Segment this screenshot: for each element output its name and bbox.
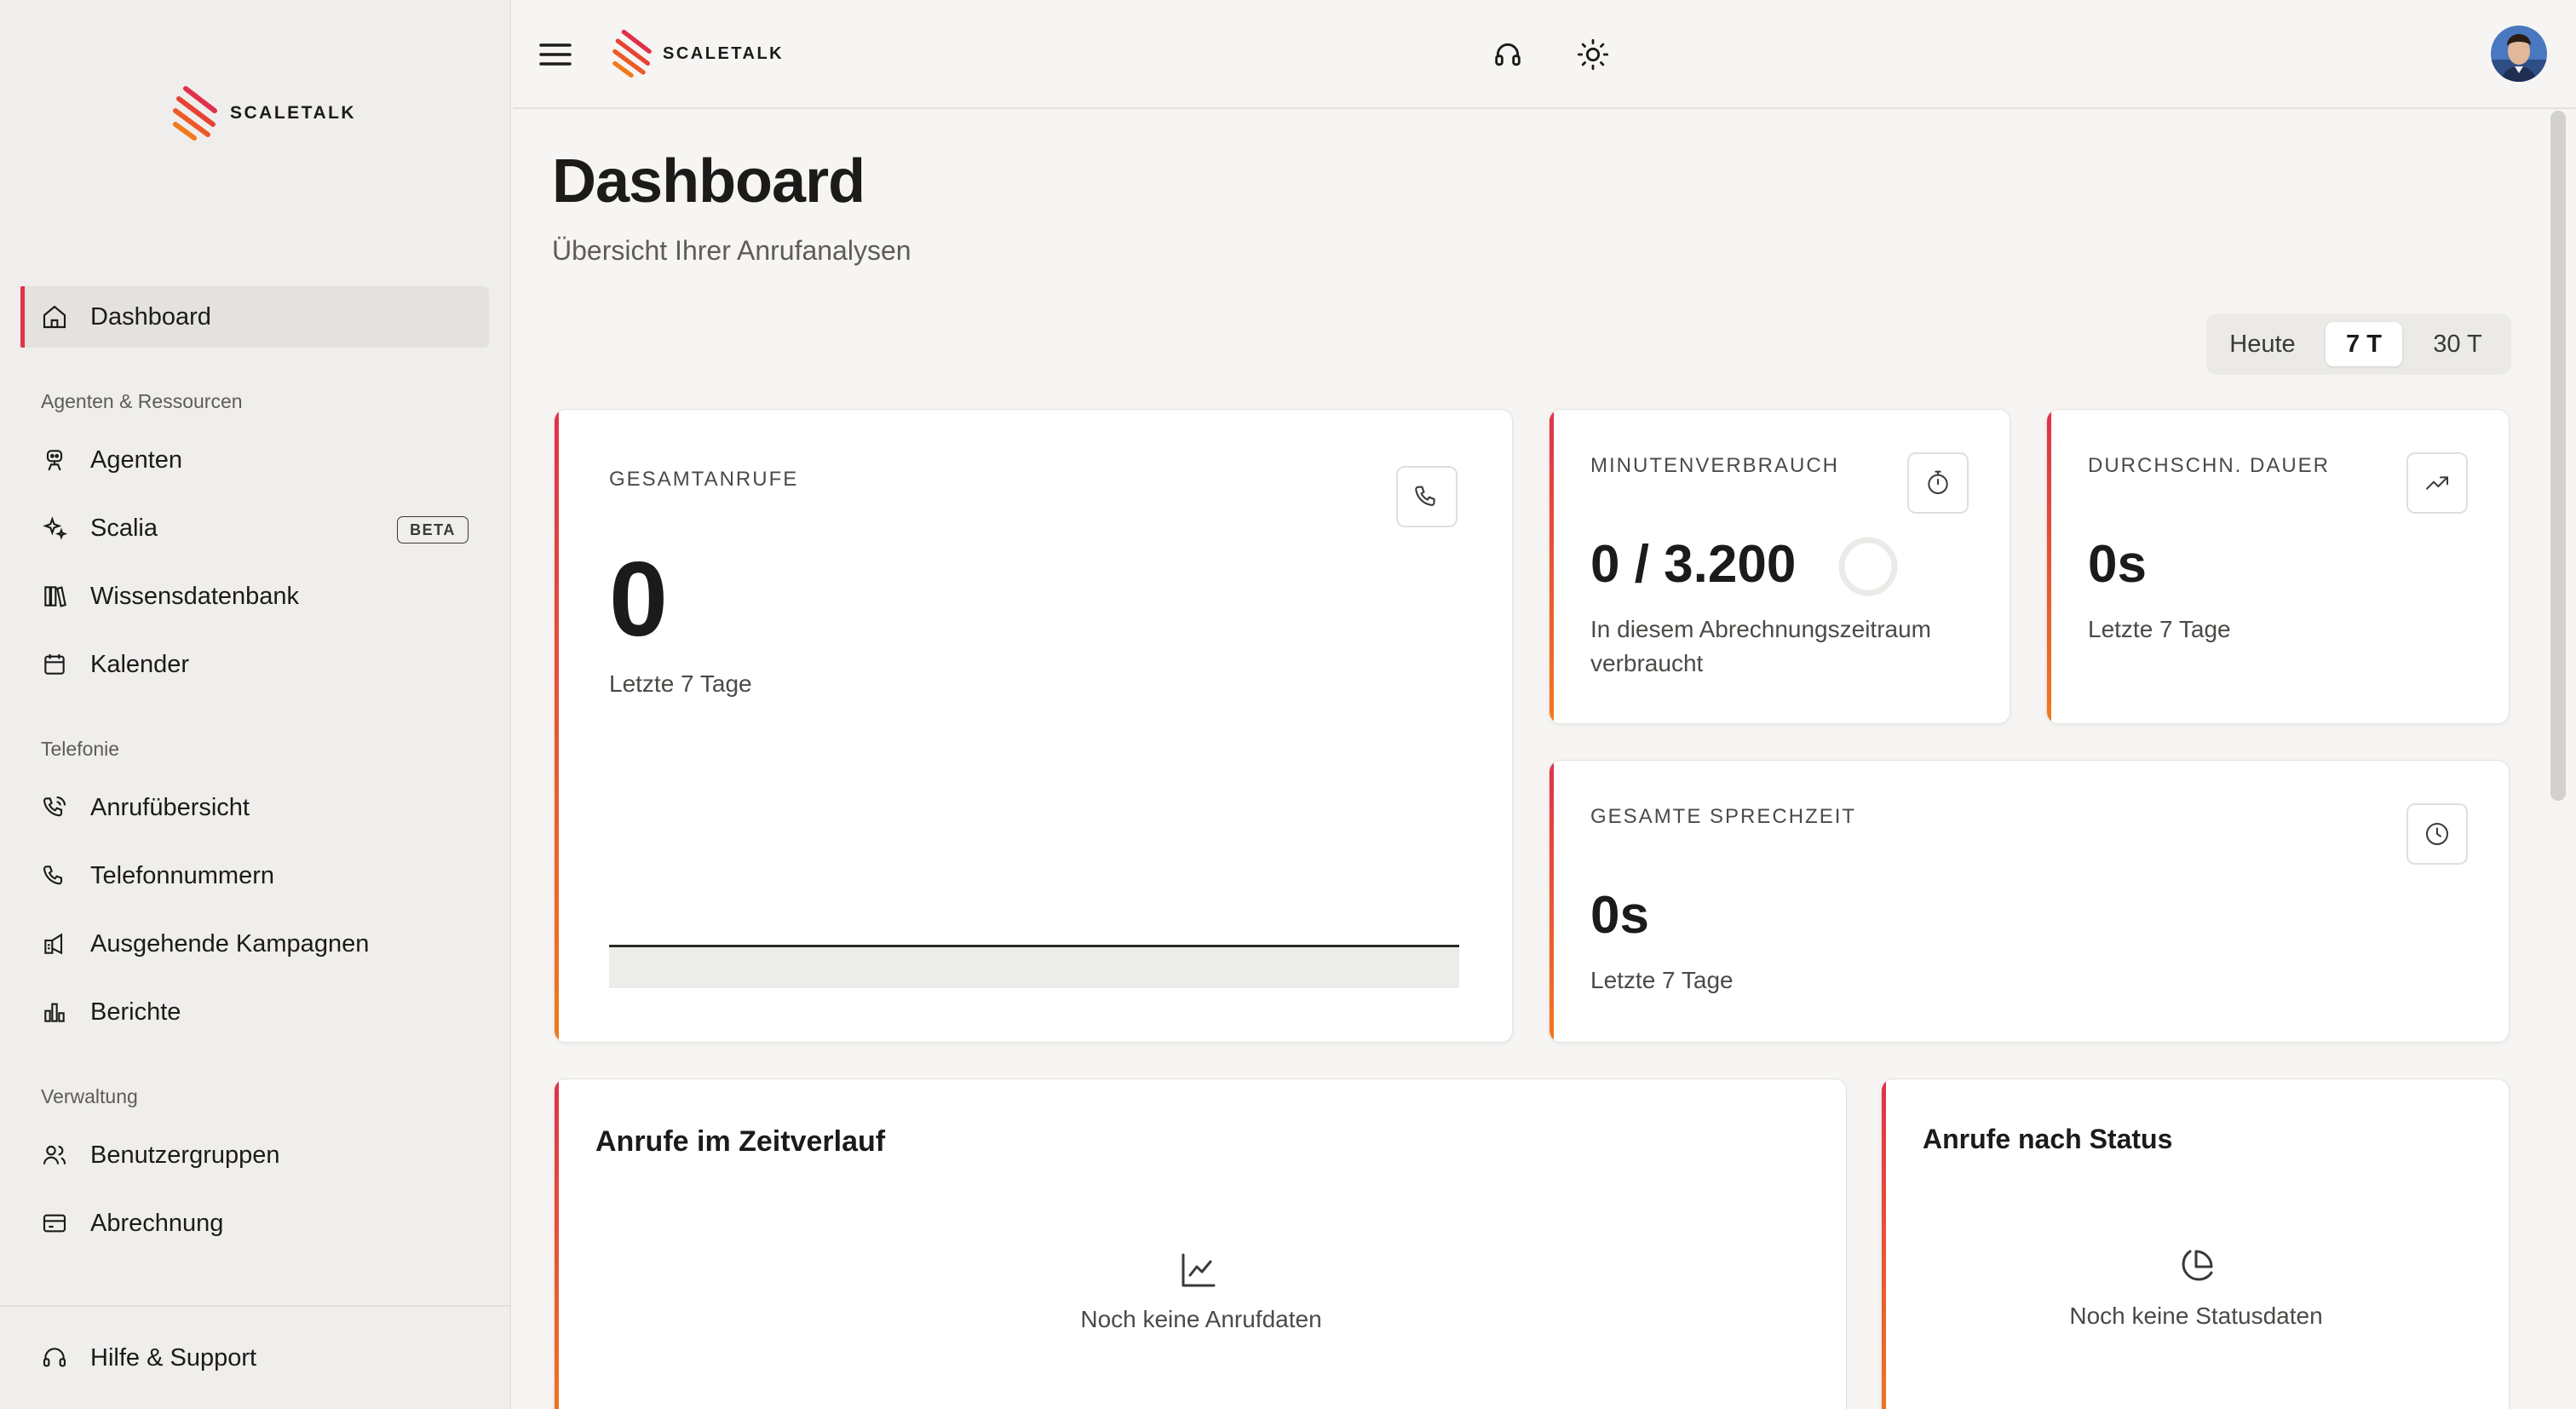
sidebar: SCALETALK Dashboard Agenten & Ressourcen… [0,0,511,1409]
total-calls-card: GESAMTANRUFE 0 Letzte 7 Tage [554,409,1513,1043]
nav-section-telephony: Telefonie [41,738,120,760]
talk-time-value: 0s [1590,886,1649,945]
sidebar-item-wissensdatenbank[interactable]: Wissensdatenbank [20,566,489,627]
card-label: MINUTENVERBRAUCH [1590,454,1840,477]
card-label: GESAMTE SPRECHZEIT [1590,805,1857,828]
calendar-icon [44,654,65,675]
card-icon-box [1396,466,1458,527]
talk-time-period: Letzte 7 Tage [1590,967,1734,993]
sparkline-area [609,947,1459,988]
bot-icon [46,450,63,471]
phone-icon [43,866,63,885]
beta-badge: BETA [397,516,469,543]
sidebar-item-anrufuebersicht[interactable]: Anrufübersicht [20,777,489,838]
menu-icon[interactable] [538,37,572,72]
card-icon-box [1907,452,1969,514]
card-title: Anrufe nach Status [1923,1124,2173,1154]
brand-name: SCALETALK [663,43,785,63]
sidebar-item-label: Anrufübersicht [90,793,250,821]
sidebar-item-agenten[interactable]: Agenten [20,429,489,491]
card-label: GESAMTANRUFE [609,468,799,491]
sidebar-item-kalender[interactable]: Kalender [20,634,489,695]
sidebar-item-label: Benutzergruppen [90,1141,280,1169]
total-calls-period: Letzte 7 Tage [609,670,752,697]
scrollbar[interactable] [2550,111,2566,801]
calls-status-card: Anrufe nach Status Noch keine Statusdate… [1881,1078,2510,1409]
range-tab-30-days[interactable]: 30 T [2412,322,2503,366]
user-avatar-image [2491,26,2547,82]
bar-chart-icon [44,1003,65,1022]
headset-icon[interactable] [1491,37,1525,72]
clock-icon [2426,823,2448,845]
sidebar-item-label: Wissensdatenbank [90,582,300,610]
minutes-usage-card: MINUTENVERBRAUCH 0 / 3.200 In diesem Abr… [1549,409,2010,724]
users-icon [43,1145,66,1165]
card-title: Anrufe im Zeitverlauf [595,1125,886,1158]
usage-ring [1838,537,1898,596]
sun-icon[interactable] [1576,37,1610,72]
home-icon [43,305,66,329]
avg-duration-card: DURCHSCHN. DAUER 0s Letzte 7 Tage [2046,409,2510,724]
sidebar-item-label: Kalender [90,650,190,678]
sidebar-item-ausgehende-kampagnen[interactable]: Ausgehende Kampagnen [20,913,489,975]
range-tab-today[interactable]: Heute [2217,322,2309,366]
pie-chart-icon [2182,1250,2213,1281]
sidebar-item-label: Ausgehende Kampagnen [90,929,370,958]
page-title: Dashboard [552,147,865,216]
avg-duration-period: Letzte 7 Tage [2088,616,2231,642]
trending-up-icon [2426,476,2448,490]
phone-call-icon [43,796,66,817]
nav-section-admin: Verwaltung [41,1085,138,1107]
sidebar-item-label: Berichte [90,998,181,1026]
timer-icon [1928,470,1948,494]
sidebar-item-label: Dashboard [90,302,211,331]
empty-state-text: Noch keine Statusdaten [2069,1303,2323,1329]
sidebar-item-berichte[interactable]: Berichte [20,981,489,1043]
card-icon-box [2406,803,2468,865]
sidebar-item-label: Hilfe & Support [90,1343,257,1372]
minutes-usage-sub: In diesem Abrechnungszeitraum verbraucht [1590,616,1931,676]
range-tab-7-days[interactable]: 7 T [2326,322,2402,366]
avg-duration-value: 0s [2088,535,2147,594]
sidebar-item-hilfe-support[interactable]: Hilfe & Support [20,1327,489,1389]
total-calls-value: 0 [609,541,668,658]
top-bar: SCALETALK [513,0,2576,109]
sidebar-item-abrechnung[interactable]: Abrechnung [20,1193,489,1254]
empty-state-text: Noch keine Anrufdaten [1080,1306,1322,1332]
megaphone-icon [44,933,63,955]
brand-logo[interactable]: SCALETALK [170,85,356,141]
sidebar-item-dashboard[interactable]: Dashboard [20,286,489,348]
sidebar-item-benutzergruppen[interactable]: Benutzergruppen [20,1124,489,1186]
sidebar-item-telefonnummern[interactable]: Telefonnummern [20,845,489,906]
sidebar-item-label: Scalia [90,514,158,542]
header-brand-logo[interactable]: SCALETALK [610,29,784,78]
avatar[interactable] [2491,26,2547,82]
scaletalk-logo-icon [173,86,217,141]
sidebar-item-label: Telefonnummern [90,861,274,889]
headset-icon [43,1348,66,1367]
credit-card-icon [43,1214,66,1233]
sparkles-icon [43,516,68,540]
sidebar-item-label: Abrechnung [90,1209,224,1237]
library-icon [44,586,66,607]
nav-section-agents: Agenten & Ressourcen [41,390,243,412]
sidebar-item-label: Agenten [90,446,183,474]
minutes-usage-value: 0 / 3.200 [1590,535,1797,594]
sidebar-divider [0,1305,511,1307]
line-chart-icon [1182,1253,1216,1287]
brand-name: SCALETALK [230,103,357,123]
phone-icon [1415,486,1435,506]
card-icon-box [2406,452,2468,514]
calls-timeline-card: Anrufe im Zeitverlauf Noch keine Anrufda… [554,1078,1847,1409]
scaletalk-logo-icon [612,29,652,78]
date-range-selector: Heute 7 T 30 T [2206,313,2511,375]
card-label: DURCHSCHN. DAUER [2088,454,2331,477]
page-subtitle: Übersicht Ihrer Anrufanalysen [552,235,911,266]
talk-time-card: GESAMTE SPRECHZEIT 0s Letzte 7 Tage [1549,760,2510,1043]
